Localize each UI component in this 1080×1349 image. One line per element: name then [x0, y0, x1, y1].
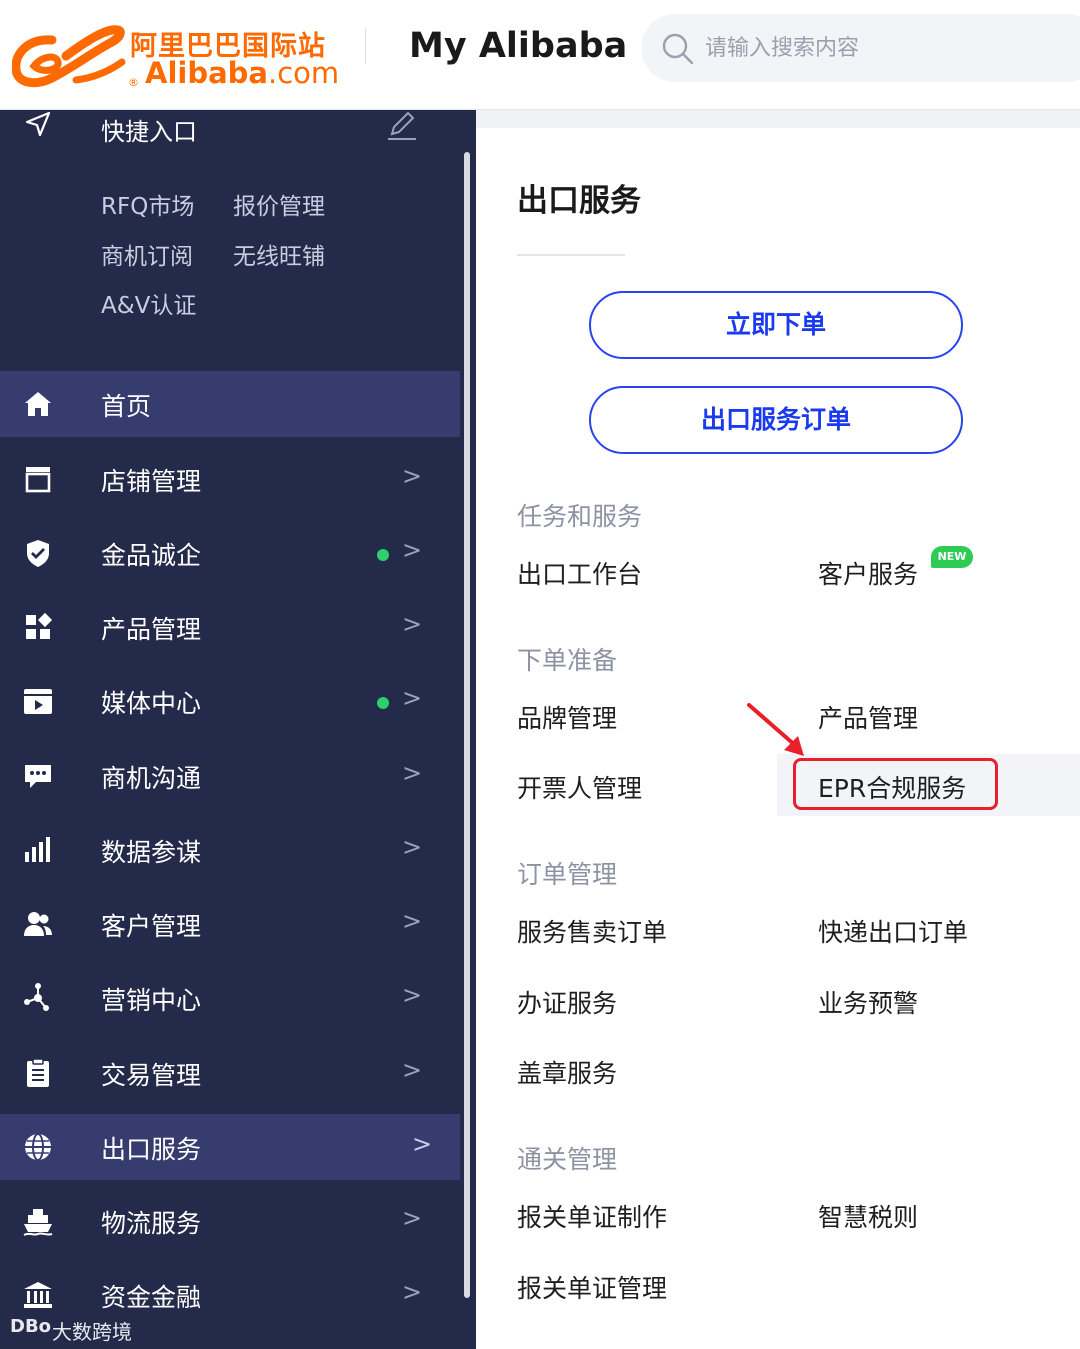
sidebar-item-trade-management[interactable]: 交易管理 >	[0, 1040, 460, 1106]
section-heading-customs-management: 通关管理	[517, 1145, 618, 1174]
annotation-arrow-icon	[747, 703, 804, 756]
link-service-sales-orders[interactable]: 服务售卖订单	[517, 913, 667, 949]
network-icon	[24, 983, 49, 1011]
chevron-right-icon: >	[402, 684, 423, 712]
chevron-right-icon: >	[402, 833, 423, 861]
section-heading-order-management: 订单管理	[517, 860, 618, 889]
users-icon	[24, 912, 52, 936]
status-dot	[377, 697, 389, 709]
quick-link-av-certification[interactable]: A&V认证	[101, 286, 196, 320]
link-smart-tariff[interactable]: 智慧税则	[818, 1198, 918, 1234]
sidebar-item-label: 首页	[101, 392, 152, 421]
alibaba-logo[interactable]: 阿里巴巴国际站 Alibaba.com ®	[12, 12, 342, 92]
link-invoicer-management[interactable]: 开票人管理	[517, 769, 642, 805]
alibaba-logo-mark-icon	[12, 25, 126, 88]
sidebar-scrollbar[interactable]	[464, 152, 470, 1298]
chevron-right-icon: >	[402, 1278, 423, 1306]
link-business-alert[interactable]: 业务预警	[818, 984, 918, 1020]
chevron-right-icon: >	[402, 536, 423, 564]
sidebar-item-product-management[interactable]: 产品管理 >	[0, 594, 460, 660]
panel-top-shadow	[476, 110, 1080, 128]
bank-icon	[24, 1282, 52, 1308]
sidebar-item-label: 数据参谋	[101, 838, 202, 867]
link-customer-service[interactable]: 客户服务	[818, 555, 918, 591]
bar-chart-icon	[25, 837, 50, 862]
new-badge: NEW	[931, 546, 973, 568]
sidebar-item-export-service[interactable]: 出口服务 >	[0, 1114, 460, 1180]
panel-title: 出口服务	[517, 183, 641, 219]
search-icon[interactable]	[661, 32, 695, 66]
link-certificate-service[interactable]: 办证服务	[517, 984, 617, 1020]
sidebar-item-label: 商机沟通	[101, 764, 202, 793]
section-heading-order-preparation: 下单准备	[517, 646, 618, 675]
quick-entry-header: 快捷入口	[0, 110, 460, 146]
chevron-right-icon: >	[402, 907, 423, 935]
link-brand-management[interactable]: 品牌管理	[517, 699, 617, 735]
quick-link-wireless-store[interactable]: 无线旺铺	[233, 237, 325, 271]
sidebar-item-label: 出口服务	[101, 1135, 202, 1164]
logo-english-text: Alibaba.com	[145, 56, 340, 90]
sidebar-item-label: 物流服务	[101, 1209, 202, 1238]
watermark-logo: DBo	[10, 1316, 52, 1337]
quick-link-opportunity-subscription[interactable]: 商机订阅	[101, 237, 193, 271]
sidebar-item-label: 媒体中心	[101, 689, 202, 718]
section-heading-tasks-services: 任务和服务	[517, 502, 643, 531]
search-box[interactable]	[641, 14, 1080, 82]
grid-icon	[26, 612, 53, 639]
sidebar-item-label: 营销中心	[101, 986, 202, 1015]
globe-icon	[25, 1133, 51, 1161]
annotation-highlight-box	[793, 758, 998, 810]
sidebar-item-customer-management[interactable]: 客户管理 >	[0, 891, 460, 957]
watermark-text: 大数跨境	[52, 1320, 132, 1344]
search-input[interactable]	[705, 28, 1075, 68]
link-export-workbench[interactable]: 出口工作台	[517, 555, 642, 591]
sidebar-item-label: 交易管理	[101, 1061, 202, 1090]
home-icon	[25, 392, 51, 416]
page-title: My Alibaba	[409, 26, 628, 66]
sidebar-item-label: 客户管理	[101, 912, 202, 941]
chevron-right-icon: >	[402, 1204, 423, 1232]
sidebar-item-gold-supplier[interactable]: 金品诚企 >	[0, 520, 460, 586]
sidebar-item-data-advisor[interactable]: 数据参谋 >	[0, 817, 460, 883]
title-underline	[517, 254, 625, 256]
link-express-export-orders[interactable]: 快递出口订单	[818, 913, 968, 949]
chevron-right-icon: >	[402, 610, 423, 638]
clipboard-icon	[27, 1058, 49, 1087]
quick-link-rfq-market[interactable]: RFQ市场	[101, 187, 194, 221]
sidebar-item-logistics-service[interactable]: 物流服务 >	[0, 1188, 460, 1254]
sidebar-item-label: 资金金融	[101, 1283, 202, 1312]
sidebar-item-label: 金品诚企	[101, 541, 202, 570]
ship-icon	[23, 1209, 53, 1236]
sidebar-item-marketing-center[interactable]: 营销中心 >	[0, 965, 460, 1031]
send-arrow-icon	[25, 111, 51, 137]
sidebar-item-label: 店铺管理	[101, 467, 202, 496]
quick-link-quote-management[interactable]: 报价管理	[233, 187, 325, 221]
chat-icon	[25, 765, 51, 788]
chevron-right-icon: >	[402, 981, 423, 1009]
logo-registered-mark: ®	[128, 76, 139, 89]
status-dot	[377, 549, 389, 561]
sidebar-item-media-center[interactable]: 媒体中心 >	[0, 668, 460, 734]
quick-entry-title: 快捷入口	[101, 118, 197, 146]
edit-pencil-icon[interactable]	[386, 110, 418, 142]
top-header: 阿里巴巴国际站 Alibaba.com ® My Alibaba	[0, 0, 1080, 110]
video-icon	[24, 689, 52, 714]
link-product-management[interactable]: 产品管理	[818, 699, 918, 735]
link-customs-document-management[interactable]: 报关单证管理	[517, 1269, 667, 1305]
link-stamp-service[interactable]: 盖章服务	[517, 1054, 617, 1090]
sidebar-item-home[interactable]: 首页	[0, 371, 460, 437]
chevron-right-icon: >	[412, 1130, 433, 1158]
chevron-right-icon: >	[402, 1056, 423, 1084]
sidebar-item-label: 产品管理	[101, 615, 202, 644]
order-now-button[interactable]: 立即下单	[589, 291, 963, 359]
header-divider	[365, 28, 366, 64]
shield-check-icon	[27, 540, 49, 567]
store-icon	[25, 467, 51, 493]
sidebar-item-business-chat[interactable]: 商机沟通 >	[0, 743, 460, 809]
chevron-right-icon: >	[402, 759, 423, 787]
chevron-right-icon: >	[402, 462, 423, 490]
link-customs-document-creation[interactable]: 报关单证制作	[517, 1198, 667, 1234]
export-service-orders-button[interactable]: 出口服务订单	[589, 386, 963, 454]
sidebar-item-store-management[interactable]: 店铺管理 >	[0, 446, 460, 512]
